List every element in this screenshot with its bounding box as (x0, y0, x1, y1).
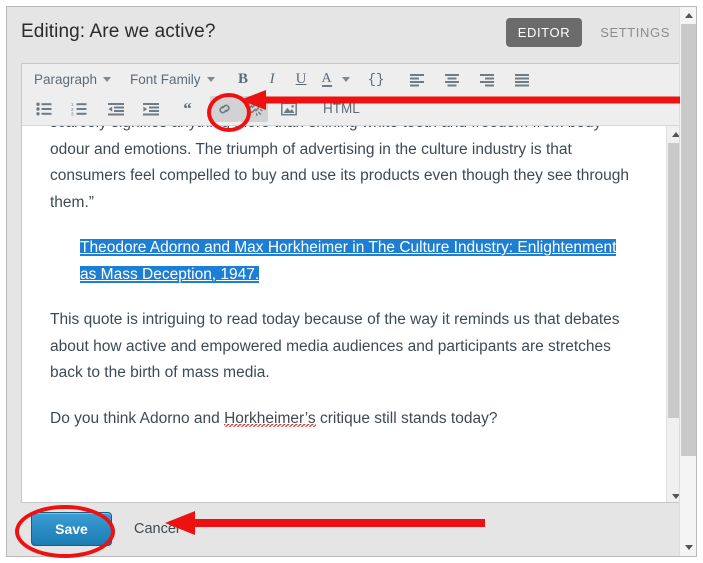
bullet-list-icon (35, 102, 52, 116)
dialog-scroll-down-button[interactable] (680, 539, 696, 556)
paragraph-style-label: Paragraph (34, 72, 98, 87)
chevron-down-icon (103, 77, 112, 82)
page-title: Editing: Are we active? (21, 21, 216, 42)
font-family-select[interactable]: Font Family (125, 67, 229, 93)
paragraph-question[interactable]: Do you think Adorno and Horkheimer’s cri… (50, 406, 636, 433)
toolbar-row-2: 1 2 3 “ HTML (22, 94, 683, 123)
dialog-scroll-up-button[interactable] (680, 7, 696, 24)
underline-button[interactable]: U (287, 67, 316, 93)
align-left-icon (409, 73, 425, 87)
insert-link-button[interactable] (210, 95, 239, 122)
text-color-button[interactable]: A (316, 67, 338, 93)
align-center-icon (444, 73, 460, 87)
align-left-button[interactable] (403, 67, 432, 93)
align-justify-icon (514, 73, 530, 87)
blockquote-button[interactable]: “ (173, 96, 202, 122)
paragraph-attribution[interactable]: Theodore Adorno and Max Horkheimer in Th… (80, 235, 636, 288)
editor-shell: Paragraph Font Family B I U A {} 1 2 3 “… (21, 63, 684, 503)
outdent-button[interactable] (101, 96, 130, 122)
question-text-before: Do you think Adorno and (50, 409, 225, 427)
bold-icon: B (238, 71, 249, 87)
selected-link-text[interactable]: Theodore Adorno and Max Horkheimer in Th… (80, 239, 617, 283)
quote-icon: “ (183, 99, 192, 118)
spellcheck-misspelled-word[interactable]: Horkheimer’s (224, 409, 316, 427)
editing-dialog: Editing: Are we active? EDITOR SETTINGS … (6, 6, 697, 557)
image-icon (280, 102, 297, 116)
align-center-button[interactable] (438, 67, 467, 93)
text-color-icon: A (321, 71, 332, 87)
chevron-down-icon (341, 77, 350, 82)
chevron-down-icon (684, 545, 693, 550)
dialog-vertical-scrollbar[interactable] (679, 7, 696, 556)
paragraph-commentary[interactable]: This quote is intriguing to read today b… (50, 307, 636, 387)
tab-editor[interactable]: EDITOR (505, 17, 583, 47)
underline-icon: U (295, 71, 307, 87)
cancel-button[interactable]: Cancel (134, 521, 179, 537)
code-braces-icon: {} (367, 71, 385, 88)
link-icon (216, 102, 233, 116)
bullet-list-button[interactable] (29, 96, 58, 122)
italic-button[interactable]: I (258, 67, 287, 93)
paragraph-style-select[interactable]: Paragraph (29, 67, 125, 93)
align-right-button[interactable] (473, 67, 502, 93)
dialog-scrollbar-thumb[interactable] (681, 24, 696, 456)
tab-settings[interactable]: SETTINGS (588, 18, 682, 47)
screenshot-root: Editing: Are we active? EDITOR SETTINGS … (0, 0, 703, 563)
chevron-down-icon (206, 77, 215, 82)
numbered-list-button[interactable]: 1 2 3 (64, 96, 93, 122)
text-color-dropdown[interactable] (338, 67, 354, 93)
editor-content-area[interactable]: scarcely signifies anything more than sh… (22, 126, 683, 502)
font-family-label: Font Family (130, 72, 201, 87)
italic-icon: I (269, 71, 275, 87)
numbered-list-icon: 1 2 3 (71, 102, 87, 116)
paragraph-quote-continued[interactable]: scarcely signifies anything more than sh… (50, 126, 636, 216)
header-tab-group: EDITOR SETTINGS (505, 17, 682, 47)
indent-button[interactable] (136, 96, 165, 122)
bold-button[interactable]: B (229, 67, 258, 93)
toolbar-row-1: Paragraph Font Family B I U A {} (22, 65, 683, 94)
html-source-button[interactable]: HTML (315, 101, 368, 116)
source-code-button[interactable]: {} (362, 67, 391, 93)
question-text-after: critique still stands today? (315, 409, 498, 427)
dialog-footer: Save Cancel (7, 501, 696, 556)
insert-image-button[interactable] (274, 96, 303, 122)
indent-icon (142, 102, 159, 116)
dialog-header: Editing: Are we active? EDITOR SETTINGS (7, 7, 696, 57)
align-right-icon (479, 73, 495, 87)
editor-text-body[interactable]: scarcely signifies anything more than sh… (22, 126, 666, 451)
align-justify-button[interactable] (508, 67, 537, 93)
chevron-up-icon (684, 13, 693, 18)
save-button[interactable]: Save (31, 511, 112, 546)
svg-text:3: 3 (71, 111, 74, 115)
unlink-button[interactable] (239, 95, 268, 122)
outdent-icon (107, 102, 124, 116)
unlink-icon (244, 101, 263, 116)
editor-toolbar: Paragraph Font Family B I U A {} 1 2 3 “… (22, 64, 683, 126)
